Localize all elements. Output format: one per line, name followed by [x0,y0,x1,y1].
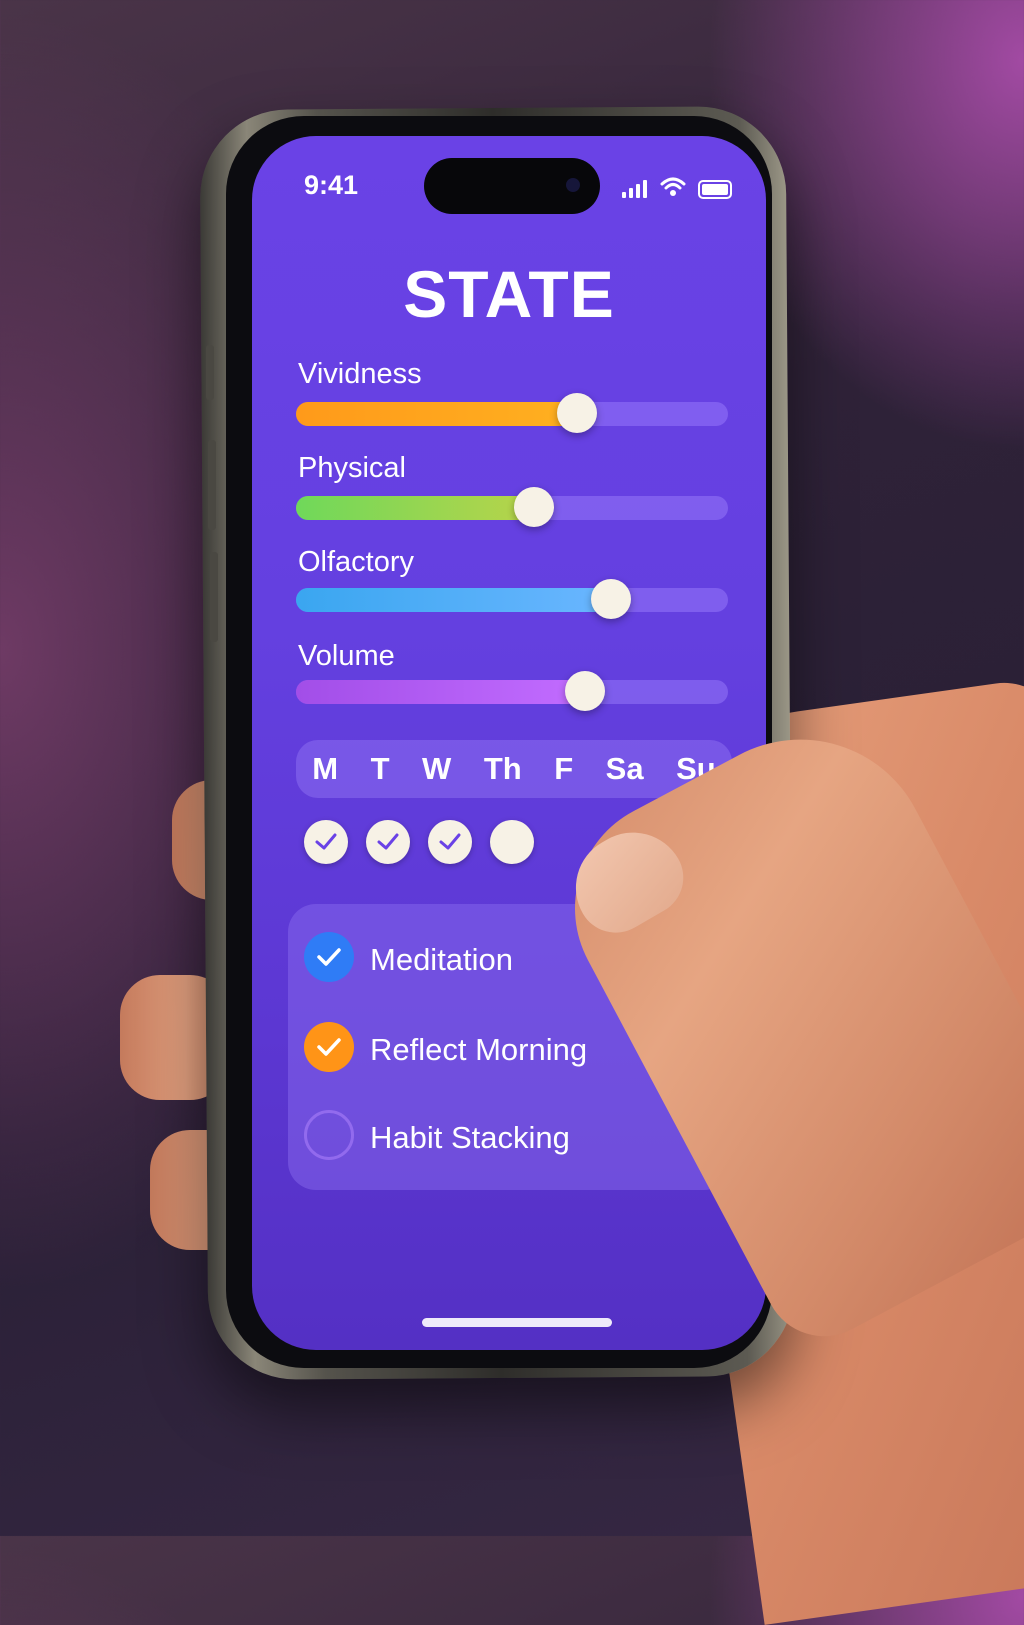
habit-checkbox[interactable] [304,1110,354,1160]
slider-physical[interactable] [296,487,728,527]
day-check-toggle[interactable] [366,820,410,864]
slider-knob[interactable] [556,393,597,433]
habit-checkbox[interactable] [304,932,354,982]
action-button [206,345,214,400]
day-check-toggle[interactable] [304,820,348,864]
slider-olfactory[interactable] [296,579,728,619]
day-monday[interactable]: M [312,751,338,787]
slider-label-physical: Physical [298,452,406,484]
slider-knob[interactable] [565,671,606,711]
wifi-icon [660,177,686,196]
day-check-toggle[interactable] [428,820,472,864]
dynamic-island [424,158,600,214]
status-icons [622,177,732,202]
home-indicator[interactable] [422,1318,612,1327]
day-saturday[interactable]: Sa [606,751,644,787]
app-title: STATE [403,257,615,331]
slider-label-volume: Volume [298,640,395,672]
weekday-bar: M T W Th F Sa Su [296,740,732,798]
slider-label-vividness: Vividness [298,358,422,390]
checkmark-icon [439,833,461,850]
day-wednesday[interactable]: W [422,751,451,787]
volume-down-button [210,552,218,642]
checkmark-icon [315,833,337,850]
day-friday[interactable]: F [554,751,573,787]
day-check-toggle[interactable] [490,820,534,864]
habit-label: Meditation [370,942,514,977]
phone-screen: 9:41 STATE Vividness Physical Olfactory … [252,136,766,1350]
habit-checkbox[interactable] [304,1022,354,1072]
day-tuesday[interactable]: T [371,751,390,787]
battery-icon [698,180,732,199]
slider-knob[interactable] [513,487,554,527]
cellular-signal-icon [622,178,652,198]
slider-knob[interactable] [591,579,632,619]
status-time: 9:41 [304,170,359,200]
slider-fill [296,402,577,426]
checkmark-icon [317,1038,341,1056]
habit-item-habit-stacking[interactable]: Habit Stacking [304,1110,724,1164]
day-thursday[interactable]: Th [484,751,522,787]
habit-label: Reflect Morning [370,1032,588,1067]
slider-volume[interactable] [296,671,728,711]
slider-fill [296,588,612,612]
slider-fill [296,496,534,520]
slider-fill [296,680,586,704]
habit-label: Habit Stacking [370,1120,570,1155]
day-checks [304,820,554,870]
slider-vividness[interactable] [296,393,728,433]
slider-label-olfactory: Olfactory [298,546,415,578]
checkmark-icon [317,948,341,966]
checkmark-icon [377,833,399,850]
volume-up-button [208,440,216,530]
